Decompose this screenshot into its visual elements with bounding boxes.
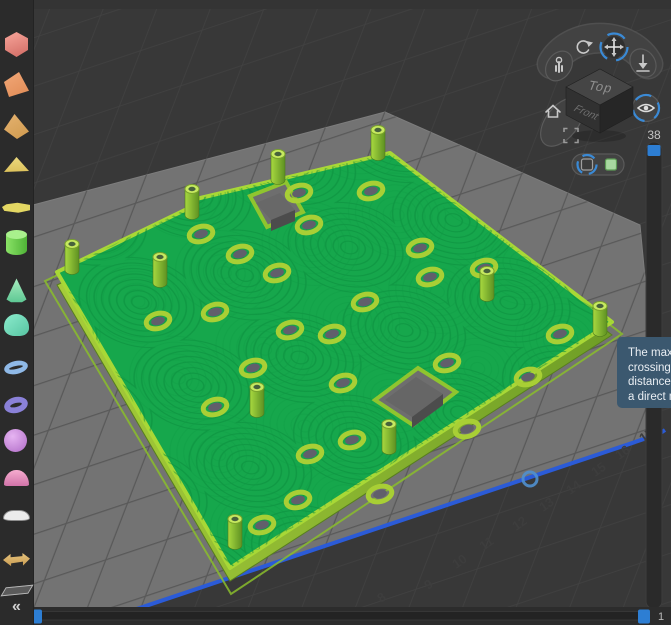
model-thumbnail-plate-icon[interactable] bbox=[0, 584, 34, 597]
step-slider-right-handle[interactable] bbox=[638, 609, 650, 624]
step-slider-left-handle[interactable] bbox=[33, 609, 42, 624]
tooltip-line: The maxim bbox=[628, 347, 671, 359]
model-thumbnail-ring-icon[interactable] bbox=[2, 394, 30, 416]
color-view-button[interactable] bbox=[604, 158, 618, 171]
viewport-3d[interactable]: 8 9 10 11 12 13 14 15 16 17 bbox=[0, 0, 671, 625]
step-slider-value: 1 bbox=[658, 611, 664, 623]
model-thumbnail-cube-icon[interactable] bbox=[5, 32, 28, 57]
model-thumbnail-pyramid-icon[interactable] bbox=[4, 114, 29, 139]
slicer-window: 8 9 10 11 12 13 14 15 16 17 bbox=[0, 0, 671, 625]
step-slider-track[interactable] bbox=[35, 611, 649, 621]
model-thumbnail-dome-icon[interactable] bbox=[4, 470, 29, 486]
model-thumbnail-sphere-icon[interactable] bbox=[4, 429, 27, 452]
model-thumbnail-torus-icon[interactable] bbox=[2, 358, 30, 377]
layer-slider-value: 38 bbox=[647, 128, 661, 142]
view-mode-toggle[interactable] bbox=[571, 153, 625, 176]
tooltip-line: distance. I bbox=[628, 376, 671, 388]
tooltip-line: a direct me bbox=[628, 390, 671, 403]
model-thumbnail-car-icon[interactable] bbox=[3, 510, 30, 521]
step-slider[interactable]: 1 bbox=[33, 607, 671, 625]
model-thumbnail-cone-icon[interactable] bbox=[6, 278, 27, 303]
model-thumbnail-tetrahedron-icon[interactable] bbox=[4, 72, 29, 97]
collapse-panel-button[interactable]: « bbox=[0, 597, 33, 619]
layer-slider-handle[interactable] bbox=[647, 145, 661, 156]
object-view-button[interactable] bbox=[580, 158, 594, 171]
tooltip-line: crossing tr bbox=[628, 361, 671, 374]
model-gallery-sidebar: « bbox=[0, 0, 34, 625]
model-thumbnail-text-icon[interactable] bbox=[2, 202, 30, 213]
model-thumbnail-low-pyramid-icon[interactable] bbox=[4, 157, 29, 172]
tooltip: The maxim crossing tr distance. I a dire… bbox=[617, 337, 671, 408]
model-thumbnail-cylinder-icon[interactable] bbox=[6, 230, 27, 255]
model-thumbnail-arrow-icon[interactable] bbox=[3, 553, 30, 567]
model-thumbnail-shell-icon[interactable] bbox=[4, 314, 29, 336]
